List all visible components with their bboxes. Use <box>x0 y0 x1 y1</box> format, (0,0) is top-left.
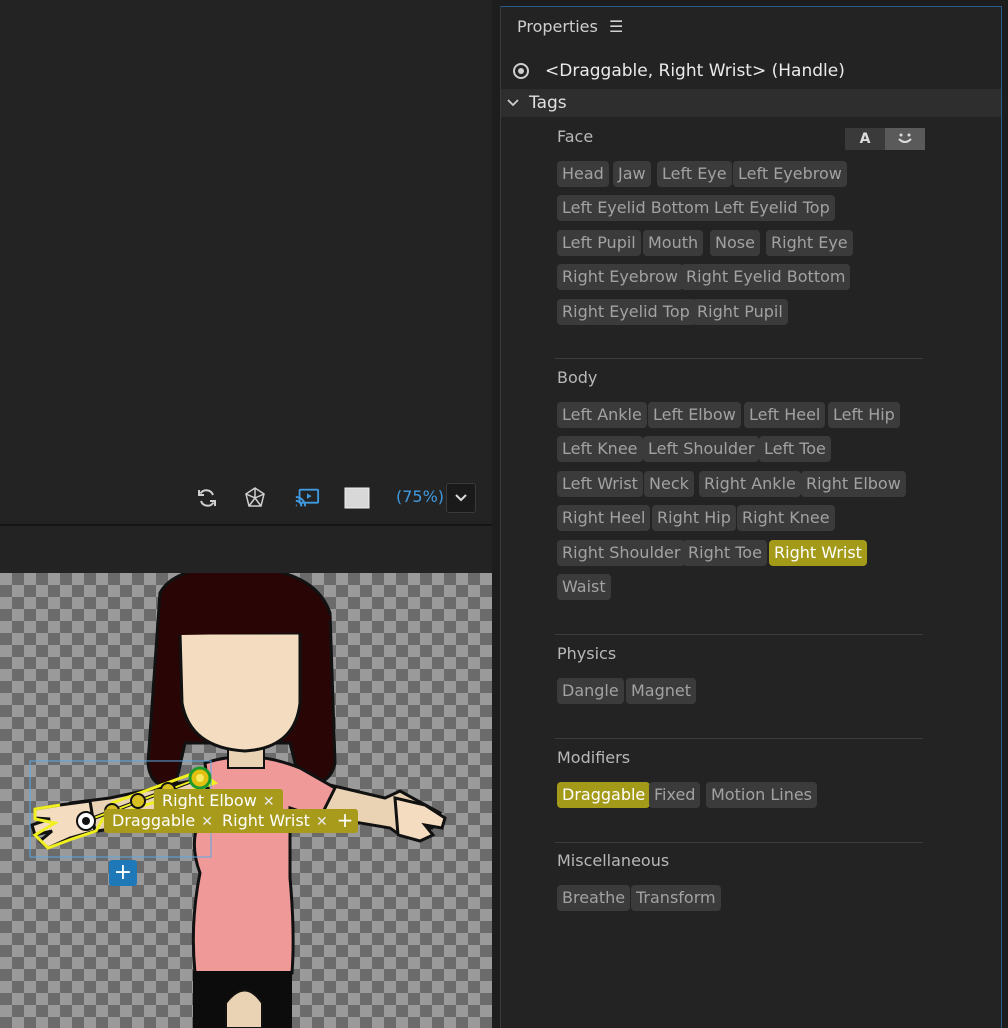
tag-chip[interactable]: Breathe <box>557 885 631 911</box>
selection-row: <Draggable, Right Wrist> (Handle) <box>513 61 845 81</box>
tag-chip[interactable]: Left Wrist <box>557 471 643 497</box>
scene-panel-header <box>0 526 492 573</box>
refresh-icon[interactable] <box>194 486 220 510</box>
tag-chip[interactable]: Right Eyelid Bottom <box>681 264 851 290</box>
section-title: Modifiers <box>557 748 631 767</box>
tag-chip[interactable]: Left Eyelid Bottom <box>557 195 715 221</box>
scene-viewer: (75%) Right Elbow ✕ Draggable ✕ Right Wr… <box>0 0 492 1028</box>
tag-chip[interactable]: Head <box>557 161 609 187</box>
tag-chip[interactable]: Right Eyelid Top <box>557 299 695 325</box>
remove-tag-icon[interactable]: ✕ <box>263 794 275 810</box>
panel-title: Properties <box>517 17 598 36</box>
tag-chip[interactable]: Magnet <box>626 678 697 704</box>
section-title: Body <box>557 368 598 387</box>
background-swatch-icon[interactable] <box>344 486 370 510</box>
add-tag-button[interactable]: + <box>332 809 358 833</box>
section-divider <box>555 634 923 635</box>
remove-tag-icon[interactable]: ✕ <box>316 814 328 830</box>
section-title: Face <box>557 127 594 146</box>
tag-chip[interactable]: Left Hip <box>828 402 900 428</box>
overlay-tag-label: Right Elbow <box>162 791 257 810</box>
remove-tag-icon[interactable]: ✕ <box>201 814 213 830</box>
physics-section: Physics Dangle Magnet <box>557 644 923 704</box>
tag-chip[interactable]: Right Pupil <box>692 299 788 325</box>
tag-chip[interactable]: Right Shoulder <box>557 540 686 566</box>
tag-chip[interactable]: Left Pupil <box>557 230 641 256</box>
tag-chip[interactable]: Nose <box>710 230 760 256</box>
tag-chip[interactable]: Jaw <box>613 161 651 187</box>
scene-panel-empty <box>0 0 492 524</box>
tags-section-header[interactable]: Tags <box>501 89 1001 117</box>
overlay-tag-label: Draggable <box>112 811 196 830</box>
section-divider <box>555 842 923 843</box>
overlay-tag-label: Right Wrist <box>222 811 310 830</box>
tag-chip[interactable]: Left Heel <box>744 402 826 428</box>
add-handle-button[interactable]: + <box>109 860 137 886</box>
tag-chip-active[interactable]: Right Wrist <box>769 540 867 566</box>
tag-chip[interactable]: Mouth <box>643 230 704 256</box>
section-divider <box>555 738 923 739</box>
face-section: Face Head Jaw Left Eye Left Eyebrow Left… <box>557 127 923 325</box>
tag-chip[interactable]: Left Shoulder <box>643 436 760 462</box>
body-section: Body Left Ankle Left Elbow Left Heel Lef… <box>557 368 923 600</box>
section-title: Physics <box>557 644 617 663</box>
tags-header-label: Tags <box>529 93 567 113</box>
zoom-level[interactable]: (75%) <box>396 487 444 506</box>
chevron-down-icon[interactable] <box>507 96 519 111</box>
tag-chip[interactable]: Left Eyebrow <box>733 161 847 187</box>
modifiers-section: Modifiers Draggable Fixed Motion Lines <box>557 748 923 808</box>
section-title: Miscellaneous <box>557 851 670 870</box>
tag-chip[interactable]: Right Hip <box>652 505 736 531</box>
tag-chip[interactable]: Left Knee <box>557 436 643 462</box>
tag-chip[interactable]: Transform <box>631 885 721 911</box>
tag-chip[interactable]: Neck <box>644 471 694 497</box>
cube-icon[interactable] <box>242 486 268 510</box>
tag-chip[interactable]: Fixed <box>649 782 701 808</box>
selection-label: <Draggable, Right Wrist> (Handle) <box>545 61 845 81</box>
viewer-toolbar: (75%) <box>180 478 492 518</box>
zoom-dropdown[interactable] <box>446 483 476 513</box>
properties-panel: Properties ☰ <Draggable, Right Wrist> (H… <box>500 6 1002 1028</box>
tag-chip[interactable]: Left Eyelid Top <box>709 195 835 221</box>
misc-section: Miscellaneous Breathe Transform <box>557 851 923 911</box>
handle-radio-icon[interactable] <box>513 63 529 79</box>
tag-chip[interactable]: Right Elbow <box>801 471 906 497</box>
tag-chip[interactable]: Right Heel <box>557 505 651 531</box>
overlay-tag-right-wrist[interactable]: Right Wrist ✕ <box>214 809 336 833</box>
panel-menu-icon[interactable]: ☰ <box>609 17 623 36</box>
tag-chip[interactable]: Left Ankle <box>557 402 647 428</box>
tag-chip[interactable]: Left Toe <box>759 436 831 462</box>
tag-chip[interactable]: Left Elbow <box>648 402 741 428</box>
tag-chip-active[interactable]: Draggable <box>557 782 651 808</box>
chevron-down-icon <box>455 494 467 502</box>
cast-icon[interactable] <box>294 486 320 510</box>
tag-chip[interactable]: Dangle <box>557 678 624 704</box>
tag-chip[interactable]: Left Eye <box>657 161 732 187</box>
overlay-tag-draggable[interactable]: Draggable ✕ <box>104 809 221 833</box>
tag-chip[interactable]: Right Toe <box>683 540 767 566</box>
tag-chip[interactable]: Waist <box>557 574 611 600</box>
tag-chip[interactable]: Right Knee <box>737 505 835 531</box>
tag-chip[interactable]: Right Eyebrow <box>557 264 683 290</box>
section-divider <box>555 358 923 359</box>
tag-chip[interactable]: Motion Lines <box>706 782 818 808</box>
tag-chip[interactable]: Right Eye <box>766 230 853 256</box>
tag-chip[interactable]: Right Ankle <box>699 471 801 497</box>
puppet-canvas[interactable]: Right Elbow ✕ Draggable ✕ Right Wrist ✕ + + <box>0 573 492 1028</box>
